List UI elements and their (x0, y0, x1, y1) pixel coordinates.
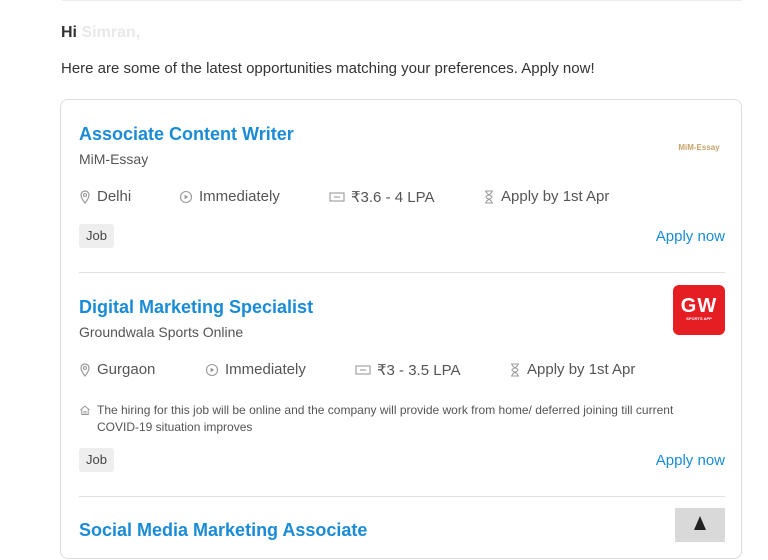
money-icon (329, 191, 345, 203)
job-salary: ₹3 - 3.5 LPA (355, 361, 460, 379)
play-circle-icon (179, 190, 193, 204)
top-divider (62, 0, 742, 1)
job-salary-text: ₹3.6 - 4 LPA (351, 189, 435, 206)
listing-divider (79, 272, 725, 273)
job-deadline-text: Apply by 1st Apr (501, 188, 610, 205)
covid-note: The hiring for this job will be online a… (79, 402, 725, 436)
job-salary: ₹3.6 - 4 LPA (329, 188, 434, 206)
job-list-card: Associate Content Writer MiM-Essay MiM-E… (60, 99, 742, 559)
job-meta-row: Delhi Immediately ₹3.6 - 4 LPA Apply by … (79, 188, 725, 208)
apply-now-link[interactable]: Apply now (656, 452, 725, 469)
location-pin-icon (79, 362, 91, 377)
job-start-text: Immediately (225, 361, 306, 378)
job-type-badge: Job (79, 448, 114, 472)
logo-text: GW (680, 295, 718, 317)
job-title-link[interactable]: Associate Content Writer (79, 124, 294, 145)
play-circle-icon (205, 363, 219, 377)
money-icon (355, 364, 371, 376)
job-type-badge: Job (79, 224, 114, 248)
job-location-text: Gurgaon (97, 361, 156, 378)
greeting-name: Simran, (81, 24, 141, 41)
job-listing: Digital Marketing Specialist Groundwala … (79, 285, 725, 477)
listing-divider (79, 496, 725, 497)
job-meta-row: Gurgaon Immediately ₹3 - 3.5 LPA Apply b… (79, 361, 725, 381)
logo-text: MiM-Essay (678, 142, 720, 152)
company-name: MiM-Essay (79, 151, 149, 167)
job-start: Immediately (205, 361, 306, 378)
company-logo[interactable]: GW SPORTS APP (673, 285, 725, 335)
logo-mark-icon (694, 516, 706, 530)
job-location: Gurgaon (79, 361, 155, 378)
job-start-text: Immediately (199, 188, 280, 205)
company-logo[interactable]: MiM-Essay (673, 122, 725, 172)
job-deadline: Apply by 1st Apr (483, 188, 609, 205)
greeting: Hi Simran, (61, 24, 140, 42)
covid-note-text: The hiring for this job will be online a… (97, 403, 674, 434)
job-deadline-text: Apply by 1st Apr (527, 361, 636, 378)
job-listing: Associate Content Writer MiM-Essay MiM-E… (79, 124, 725, 254)
greeting-prefix: Hi (61, 24, 77, 41)
home-icon (79, 404, 91, 436)
job-location: Delhi (79, 188, 131, 205)
company-name: Groundwala Sports Online (79, 324, 244, 340)
hourglass-icon (483, 190, 495, 204)
hourglass-icon (509, 363, 521, 377)
job-listing: Social Media Marketing Associate (79, 508, 725, 560)
intro-text: Here are some of the latest opportunitie… (61, 60, 595, 77)
location-pin-icon (79, 189, 91, 204)
job-deadline: Apply by 1st Apr (509, 361, 635, 378)
apply-now-link[interactable]: Apply now (656, 228, 725, 245)
company-logo[interactable] (675, 508, 725, 542)
job-start: Immediately (179, 188, 280, 205)
job-salary-text: ₹3 - 3.5 LPA (377, 362, 461, 379)
job-title-link[interactable]: Digital Marketing Specialist (79, 297, 313, 318)
job-location-text: Delhi (97, 188, 132, 205)
job-title-link[interactable]: Social Media Marketing Associate (79, 520, 367, 541)
